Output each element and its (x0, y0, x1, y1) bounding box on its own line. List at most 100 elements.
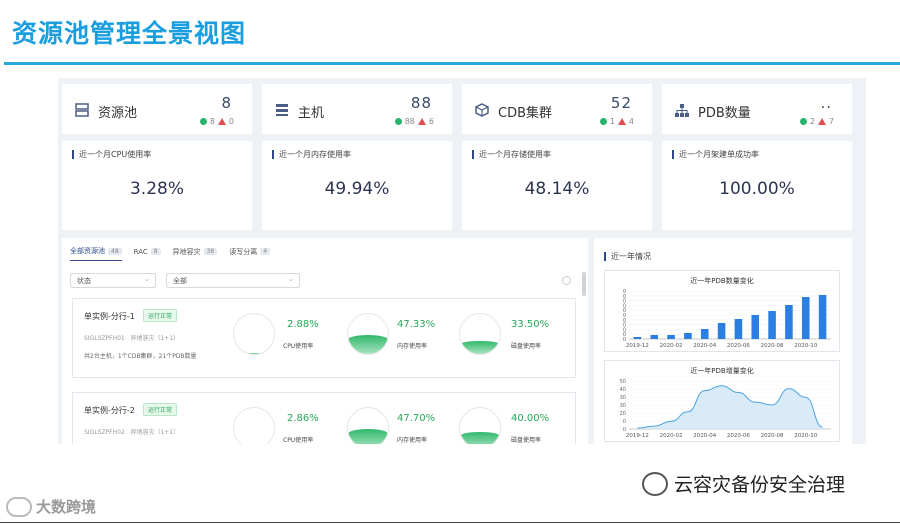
scrollbar[interactable] (582, 272, 586, 296)
warning-icon (217, 118, 226, 125)
kpi-label: 资源池 (98, 106, 138, 121)
memory-usage-label: 内存使用率 (397, 437, 428, 444)
bottom-divider (0, 522, 900, 523)
instance-card[interactable]: 单实例-分行-2 运行正常 SIGLSZPFH02 异地容灾（1+1） 2.86… (72, 392, 576, 444)
x-tick-label: 2020-10 (794, 433, 817, 439)
y-tick-label: 0 (623, 419, 626, 425)
refresh-icon[interactable] (562, 276, 571, 285)
y-tick-label: 20 (620, 411, 626, 417)
tab-rac[interactable]: RAC 8 (134, 246, 161, 261)
tab-count: 38 (203, 248, 218, 255)
kpi-label: CDB集群 (498, 106, 553, 121)
rate-card-cpu: 近一个月CPU使用率 3.28% (62, 141, 252, 230)
tab-count: 4 (260, 248, 271, 255)
chart-title: 近一年PDB增量变化 (690, 367, 754, 375)
kpi-status: 27 (799, 117, 834, 126)
bar (818, 295, 827, 339)
warning-icon (617, 118, 626, 125)
bar (751, 315, 760, 339)
tab-disaster-recovery[interactable]: 异地容灾 38 (173, 246, 218, 261)
x-tick-label: 2019-12 (626, 433, 649, 439)
memory-usage-value: 47.33% (397, 319, 436, 330)
cpu-usage-value: 2.88% (287, 319, 319, 330)
panel-title: 近一年情况 (604, 252, 651, 261)
x-tick-label: 2020-10 (794, 343, 817, 349)
cpu-gauge (233, 313, 275, 355)
instance-card[interactable]: 单实例-分行-1 运行正常 SIGLSZPFH01 异地容灾（1+1） 共2台主… (72, 298, 576, 378)
kpi-status: 14 (599, 117, 634, 126)
disk-usage-value: 33.50% (511, 319, 550, 330)
watermark-left: 大数跨境 (6, 496, 96, 517)
instance-name: 单实例-分行-2 (84, 406, 135, 415)
bar (684, 333, 692, 339)
bar (801, 297, 810, 339)
cube-icon (475, 103, 489, 117)
y-tick-label: 30 (620, 395, 626, 401)
status-select[interactable]: 状态 ⌄ (70, 273, 156, 288)
host-list-icon (276, 104, 288, 116)
kpi-card-cdb[interactable]: CDB集群 52 14 (462, 84, 652, 134)
rate-card-storage: 近一个月存储使用率 48.14% (462, 141, 652, 230)
memory-gauge (347, 407, 389, 444)
chart-title: 近一年PDB数量变化 (690, 277, 754, 285)
disk-usage-value: 40.00% (511, 413, 550, 424)
wechat-icon (642, 471, 668, 496)
pdb-count-chart: 近一年PDB数量变化 0 0 0 0 0 0 0 0 0 0 0 2019-12 2020-02 2020… (604, 270, 840, 352)
tab-read-write-split[interactable]: 读写分离 4 (229, 246, 271, 261)
bar (650, 335, 659, 339)
dashboard: 资源池 8 80 主机 88 88 6 CDB集群 52 14 PDB数量 .. … (58, 78, 866, 444)
tab-count: 8 (150, 248, 161, 255)
scope-select[interactable]: 全部 ⌄ (166, 273, 300, 288)
rate-label: 近一个月存储使用率 (472, 150, 551, 159)
warning-icon (817, 118, 826, 125)
bar (734, 319, 743, 339)
x-tick-label: 2020-08 (761, 343, 784, 349)
yearly-panel: 近一年情况 近一年PDB数量变化 0 0 0 0 0 0 0 0 0 0 0 2019-12 2020-… (594, 238, 852, 444)
cpu-gauge (233, 407, 275, 444)
kpi-status: 88 6 (394, 117, 434, 126)
kpi-value: 52 (610, 94, 632, 112)
instance-summary: 共2台主机，1个CDB集群，21个PDB数量 (84, 353, 197, 360)
instance-name: 单实例-分行-1 (84, 312, 135, 321)
rate-value: 48.14% (524, 179, 590, 199)
kpi-status: 80 (199, 117, 234, 126)
y-tick-label: 50 (620, 379, 626, 385)
x-tick-label: 2020-06 (727, 433, 750, 439)
kpi-card-resource-pool[interactable]: 资源池 8 80 (62, 84, 252, 134)
disk-usage-label: 磁盘使用率 (511, 343, 542, 350)
y-tick-label: 30 (620, 403, 626, 409)
cpu-usage-label: CPU使用率 (283, 343, 314, 350)
kpi-value: 8 (221, 94, 232, 112)
chevron-down-icon: ⌄ (288, 275, 294, 283)
tab-all-pools[interactable]: 全部资源池 48 (70, 246, 122, 261)
instance-host: SIGLSZPFH01 异地容灾（1+1） (84, 335, 180, 342)
tab-count: 48 (108, 247, 122, 255)
disk-gauge (459, 407, 501, 444)
status-badge: 运行正常 (143, 403, 178, 416)
bar (785, 305, 793, 339)
rate-label: 近一个月内存使用率 (272, 150, 351, 159)
pdb-increment-chart: 近一年PDB增量变化 0 0 20 30 30 40 50 2019-12 2020-02 202… (604, 360, 840, 442)
x-tick-label: 2020-08 (761, 433, 784, 439)
cpu-usage-value: 2.86% (287, 413, 319, 424)
rate-value: 49.94% (324, 179, 390, 199)
kpi-card-host[interactable]: 主机 88 88 6 (262, 84, 452, 134)
y-tick-label: 0 (623, 289, 626, 295)
bar (717, 323, 726, 339)
ok-icon (599, 118, 607, 125)
title-divider (4, 62, 900, 65)
kpi-value: .. (820, 94, 832, 112)
rate-card-memory: 近一个月内存使用率 49.94% (262, 141, 452, 230)
kpi-label: PDB数量 (698, 106, 751, 121)
server-icon (75, 103, 89, 117)
ok-icon (394, 118, 402, 125)
x-tick-label: 2020-02 (660, 433, 683, 439)
x-tick-label: 2020-06 (727, 343, 750, 349)
resource-pool-panel: 全部资源池 48 RAC 8 异地容灾 38 读写分离 4 状态 ⌄ 全部 ⌄ 单实例-分行… (62, 238, 588, 444)
disk-gauge (459, 313, 501, 355)
kpi-card-pdb[interactable]: PDB数量 .. 27 (662, 84, 852, 134)
x-tick-label: 2020-04 (693, 343, 716, 349)
bar (768, 311, 776, 339)
x-tick-label: 2019-12 (626, 343, 649, 349)
chevron-down-icon: ⌄ (144, 275, 150, 283)
